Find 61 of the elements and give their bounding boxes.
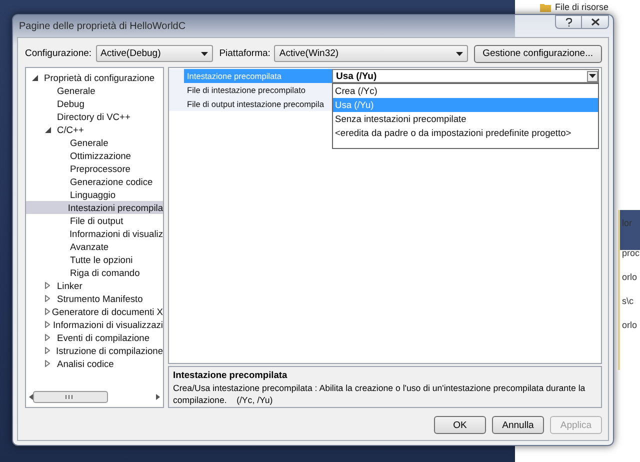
scrollbar[interactable] <box>29 390 160 403</box>
collapsed-arrow-icon[interactable] <box>45 334 50 341</box>
description-text: Crea/Usa intestazione precompilata : Abilita la creazione o l'uso di un'intestazione precompilata durante la compilazione. (/Yc, /Yu) <box>173 382 586 406</box>
tree-item[interactable]: Linker <box>26 279 163 292</box>
dialog-button[interactable]: OK <box>434 416 486 434</box>
configuration-manager-button[interactable]: Gestione configurazione... <box>474 44 602 62</box>
property-name[interactable]: File di intestazione precompilato <box>169 83 332 97</box>
platform-label: Piattaforma: <box>219 48 270 59</box>
background-text: s\c <box>621 296 635 306</box>
platform-select[interactable]: Active(Win32) <box>274 45 468 62</box>
close-button[interactable] <box>582 15 609 29</box>
description-title: Intestazione precompilata <box>173 370 288 380</box>
property-name[interactable]: File di output intestazione precompila <box>169 97 332 111</box>
tree-item[interactable]: File di output <box>26 214 163 227</box>
property-value: Usa (/Yu) <box>336 70 377 82</box>
close-icon[interactable] <box>590 18 600 26</box>
dropdown-arrow-icon[interactable] <box>589 74 596 78</box>
background-text: orlo <box>621 272 638 282</box>
background-text: orlo <box>621 320 638 330</box>
tree-item[interactable]: C/C++ <box>26 123 163 136</box>
dialog-button[interactable]: Annulla <box>492 416 544 434</box>
tree-item[interactable]: Riga di comando <box>26 266 163 279</box>
collapsed-arrow-icon[interactable] <box>45 347 50 354</box>
tree-item[interactable]: Analisi codice <box>26 357 163 370</box>
help-button[interactable] <box>555 15 582 29</box>
tree-item[interactable]: Directory di VC++ <box>26 110 163 123</box>
tree-item[interactable]: Generale <box>26 84 163 97</box>
expanded-arrow-icon[interactable] <box>32 74 38 80</box>
configuration-select[interactable]: Active(Debug) <box>96 45 214 62</box>
dropdown-arrow-icon[interactable] <box>456 52 463 56</box>
background-text: lor <box>621 218 634 228</box>
collapsed-arrow-icon[interactable] <box>45 321 50 328</box>
window-title: Pagine delle proprietà di HelloWorldC <box>19 20 186 32</box>
tree-item[interactable]: Generale <box>26 136 163 149</box>
configuration-label: Configurazione: <box>25 48 92 59</box>
help-icon[interactable] <box>566 18 572 26</box>
tree-item[interactable]: Informazioni di visualiz <box>26 227 163 240</box>
collapsed-arrow-icon[interactable] <box>45 360 50 367</box>
expanded-arrow-icon[interactable] <box>45 126 51 132</box>
tree-item[interactable]: Ottimizzazione <box>26 149 163 162</box>
tree-item[interactable]: Preprocessore <box>26 162 163 175</box>
tree-item[interactable]: Istruzione di compilazione <box>26 344 163 357</box>
tree-item[interactable]: Eventi di compilazione <box>26 331 163 344</box>
tree-item[interactable]: Strumento Manifesto <box>26 292 163 305</box>
scroll-right-icon[interactable] <box>156 394 160 400</box>
tree-item[interactable]: Intestazioni precompila <box>26 201 163 214</box>
tree-item[interactable]: Debug <box>26 97 163 110</box>
tree-item[interactable]: Generazione codice <box>26 175 163 188</box>
tree-item[interactable]: Generatore di documenti X <box>26 305 163 318</box>
dropdown-button[interactable] <box>587 70 598 82</box>
background-text: proc <box>621 248 640 258</box>
tree-item[interactable]: Informazioni di visualizzazi <box>26 318 163 331</box>
collapsed-arrow-icon[interactable] <box>45 282 50 289</box>
tree-item[interactable]: Linguaggio <box>26 188 163 201</box>
tree-item[interactable]: Proprietà di configurazione <box>26 71 163 84</box>
tree-item[interactable]: Tutte le opzioni <box>26 253 163 266</box>
collapsed-arrow-icon[interactable] <box>45 308 50 315</box>
tree-item[interactable]: Avanzate <box>26 240 163 253</box>
collapsed-arrow-icon[interactable] <box>45 295 50 302</box>
dropdown-arrow-icon[interactable] <box>201 52 208 56</box>
tree-item[interactable]: File di risorse <box>555 2 609 12</box>
